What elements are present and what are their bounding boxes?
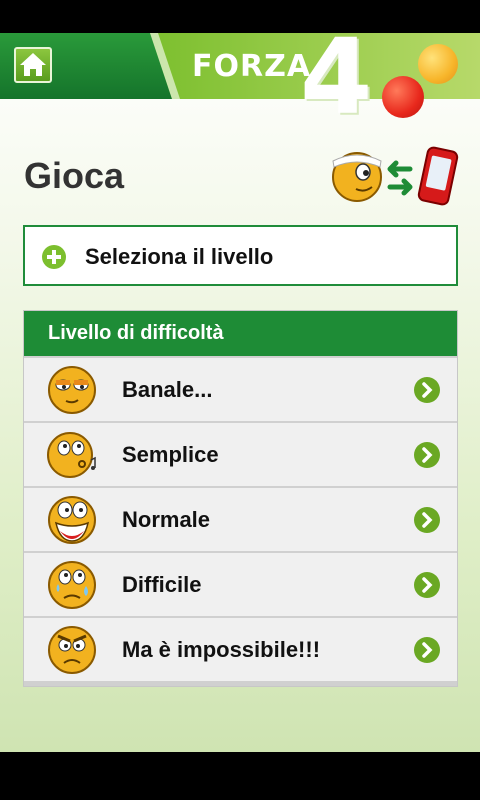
difficulty-header: Livello di difficoltà	[24, 311, 457, 356]
home-button[interactable]	[14, 47, 52, 83]
player-vs-phone-icon	[332, 146, 459, 206]
level-label: Difficile	[122, 572, 202, 597]
chevron-right-icon	[414, 442, 440, 468]
chevron-right-icon	[414, 507, 440, 533]
level-row-semplice[interactable]: Semplice	[24, 423, 457, 486]
logo-word: FORZA	[192, 49, 312, 84]
app-header: FORZA 4	[0, 33, 480, 129]
app-screen: FORZA 4 Gioca Seleziona il livello Livel…	[0, 33, 480, 752]
status-bar	[0, 0, 480, 33]
plus-circle-icon	[42, 245, 66, 269]
whistling-face-icon	[47, 432, 96, 478]
chevron-right-icon	[414, 637, 440, 663]
yellow-disc-icon	[418, 44, 458, 84]
level-label: Normale	[122, 507, 211, 532]
level-label: Ma è impossibile!!!	[122, 637, 321, 662]
angry-face-icon	[48, 626, 96, 674]
difficulty-panel: Livello di difficoltà Banale... Semplice…	[23, 310, 458, 687]
select-level-button[interactable]: Seleziona il livello	[23, 225, 458, 286]
page-title: Gioca	[24, 155, 125, 196]
level-label: Banale...	[122, 377, 213, 402]
level-row-difficile[interactable]: Difficile	[24, 553, 457, 616]
level-row-normale[interactable]: Normale	[24, 488, 457, 551]
level-row-impossibile[interactable]: Ma è impossibile!!!	[24, 618, 457, 681]
navigation-bar	[0, 752, 480, 800]
logo-number: 4	[300, 33, 373, 138]
select-level-label: Seleziona il livello	[85, 244, 274, 269]
level-row-banale[interactable]: Banale...	[24, 358, 457, 421]
level-label: Semplice	[122, 442, 219, 467]
chevron-right-icon	[414, 572, 440, 598]
laughing-face-icon	[48, 496, 96, 544]
red-disc-icon	[382, 76, 424, 118]
sweating-face-icon	[48, 561, 96, 609]
home-icon	[20, 53, 46, 76]
chevron-right-icon	[414, 377, 440, 403]
bored-face-icon	[48, 366, 96, 414]
